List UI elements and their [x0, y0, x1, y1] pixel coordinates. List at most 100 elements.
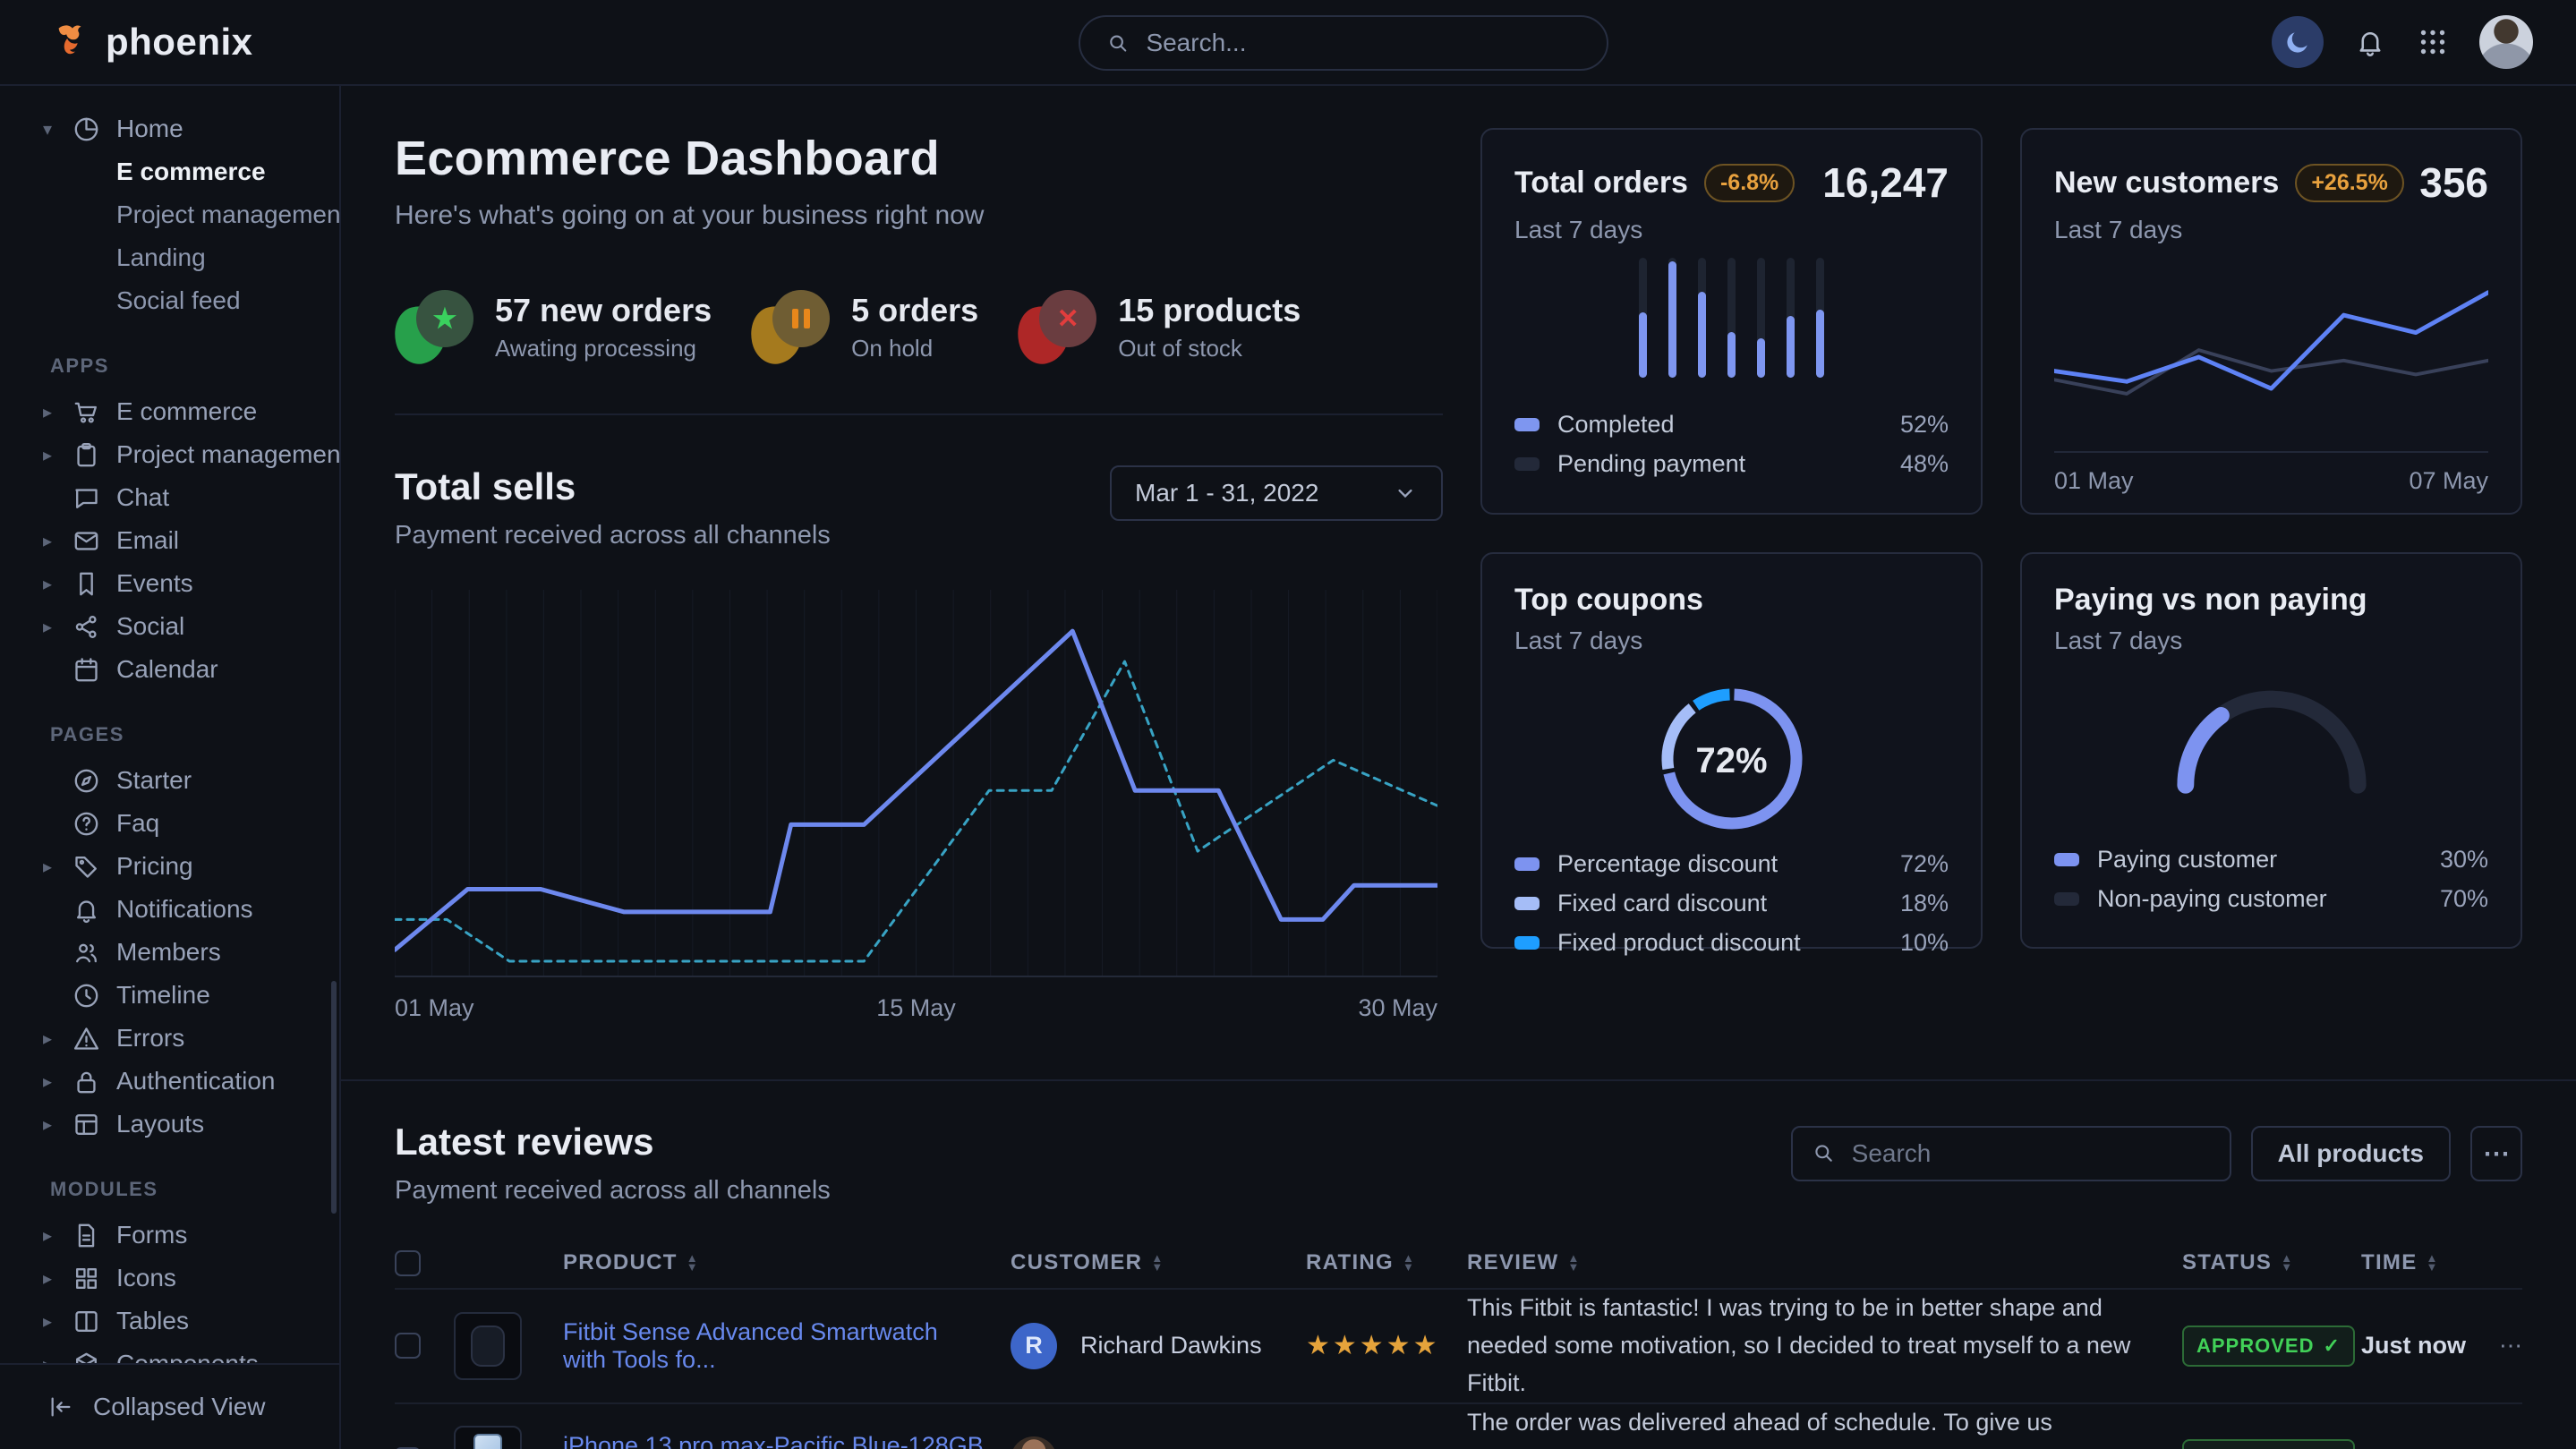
more-options-button[interactable]: ⋯ [2470, 1126, 2522, 1181]
column-header-status[interactable]: STATUS▲▼ [2182, 1250, 2361, 1275]
cube-icon [72, 1350, 116, 1364]
apps-menu-button[interactable] [2417, 26, 2449, 58]
row-checkbox[interactable] [395, 1333, 421, 1359]
donut-center-label: 72% [1651, 678, 1813, 844]
chart-axis-line [2054, 451, 2488, 453]
sidebar-item-tables[interactable]: ▸Tables [0, 1300, 339, 1342]
tag-icon [72, 852, 116, 882]
share-icon [72, 612, 116, 642]
sidebar-item-social[interactable]: ▸Social [0, 605, 339, 648]
sidebar-item-events[interactable]: ▸Events [0, 562, 339, 605]
clipboard-icon [72, 440, 116, 470]
stat-caption: On hold [851, 335, 978, 362]
sort-icon: ▲▼ [2427, 1254, 2439, 1272]
new-customers-card: New customers +26.5% 356 Last 7 days 01 … [2020, 128, 2522, 515]
status-badge: APPROVED✓ [2182, 1439, 2355, 1449]
column-header-review[interactable]: REVIEW▲▼ [1467, 1250, 2182, 1275]
sidebar-item-faq[interactable]: Faq [0, 802, 339, 845]
legend-row: Non-paying customer70% [2054, 879, 2488, 918]
sidebar-item-email[interactable]: ▸Email [0, 519, 339, 562]
sort-icon: ▲▼ [1567, 1254, 1580, 1272]
warning-triangle-icon [72, 1024, 116, 1053]
select-all-checkbox[interactable] [395, 1250, 421, 1276]
total-sells-chart: 01 May 15 May 30 May [395, 590, 1443, 1022]
legend-value: 72% [1900, 850, 1949, 878]
date-range-value: Mar 1 - 31, 2022 [1135, 479, 1318, 507]
sidebar-item-calendar[interactable]: Calendar [0, 648, 339, 691]
card-period: Last 7 days [2054, 626, 2488, 655]
caret-collapsed-icon: ▸ [43, 401, 72, 423]
all-products-button[interactable]: All products [2251, 1126, 2451, 1181]
sidebar-item-project-management[interactable]: ▸Project management [0, 433, 339, 476]
sidebar-item-members[interactable]: Members [0, 931, 339, 974]
main-content: Ecommerce Dashboard Here's what's going … [341, 86, 2576, 1449]
sidebar-scrollbar[interactable] [331, 981, 337, 1214]
stat-5-orders: 5 orders On hold [751, 290, 978, 363]
bar-fill [1727, 332, 1736, 378]
bar-fill [1757, 338, 1765, 378]
legend-swatch [1514, 897, 1540, 910]
caret-collapsed-icon: ▸ [43, 1353, 72, 1364]
legend-swatch [1514, 418, 1540, 431]
reviews-search-input[interactable] [1791, 1126, 2231, 1181]
legend-row: Percentage discount 72% [1514, 844, 1949, 883]
product-link[interactable]: iPhone 13 pro max-Pacific Blue-128GB sto… [563, 1432, 1011, 1449]
sidebar-item-layouts[interactable]: ▸Layouts [0, 1103, 339, 1146]
sidebar-item-e-commerce[interactable]: ▸E commerce [0, 390, 339, 433]
apps-grid-icon [2417, 26, 2449, 58]
global-search[interactable] [1079, 15, 1608, 71]
paying-gauge-chart [2169, 682, 2375, 799]
navbar-actions [2272, 15, 2533, 69]
bar-fill [1816, 310, 1824, 378]
sidebar-item-pricing[interactable]: ▸Pricing [0, 845, 339, 888]
reviews-search[interactable] [1791, 1126, 2231, 1181]
sidebar-item-errors[interactable]: ▸Errors [0, 1017, 339, 1060]
column-header-rating[interactable]: RATING▲▼ [1306, 1250, 1467, 1275]
column-header-time[interactable]: TIME▲▼ [2361, 1250, 2486, 1275]
user-avatar[interactable] [2479, 15, 2533, 69]
caret-collapsed-icon: ▸ [43, 530, 72, 552]
sidebar-item-components[interactable]: ▸Components [0, 1342, 339, 1363]
legend-label: Percentage discount [1557, 850, 1778, 878]
legend-value: 70% [2440, 885, 2488, 913]
sidebar-subitem-project-management[interactable]: Project management [0, 193, 339, 236]
product-link[interactable]: Fitbit Sense Advanced Smartwatch with To… [563, 1318, 1011, 1374]
sidebar-subitem-landing[interactable]: Landing [0, 236, 339, 279]
date-range-select[interactable]: Mar 1 - 31, 2022 [1110, 465, 1443, 521]
chevron-down-icon [1393, 481, 1418, 506]
sidebar-item-forms[interactable]: ▸Forms [0, 1214, 339, 1257]
reviews-table: PRODUCT▲▼ CUSTOMER▲▼ RATING▲▼ REVIEW▲▼ S… [395, 1238, 2522, 1449]
total-sells-title: Total sells [395, 465, 831, 508]
bar-track [1816, 258, 1824, 378]
caret-expanded-icon: ▾ [43, 118, 72, 141]
row-actions-button[interactable]: ⋯ [2486, 1332, 2522, 1360]
sort-icon: ▲▼ [2281, 1254, 2293, 1272]
global-search-input[interactable] [1146, 29, 1582, 57]
stat-value: 5 orders [851, 292, 978, 329]
sidebar-item-chat[interactable]: Chat [0, 476, 339, 519]
sidebar-subitem-e-commerce[interactable]: E commerce [0, 150, 339, 193]
sidebar-item-label: Notifications [116, 895, 253, 924]
sidebar-item-notifications[interactable]: Notifications [0, 888, 339, 931]
notifications-button[interactable] [2354, 26, 2386, 58]
theme-toggle-button[interactable] [2272, 16, 2324, 68]
sidebar-item-home[interactable]: ▾Home [0, 107, 339, 150]
sidebar-subitem-social-feed[interactable]: Social feed [0, 279, 339, 322]
lock-icon [72, 1067, 116, 1096]
column-header-customer[interactable]: CUSTOMER▲▼ [1011, 1250, 1306, 1275]
sidebar-item-label: Authentication [116, 1067, 275, 1095]
sidebar-item-label: Timeline [116, 981, 210, 1010]
cart-icon [72, 397, 116, 427]
caret-collapsed-icon: ▸ [43, 1027, 72, 1050]
sidebar-item-timeline[interactable]: Timeline [0, 974, 339, 1017]
column-header-product[interactable]: PRODUCT▲▼ [563, 1250, 1011, 1275]
rating-stars: ★★★☆☆ [1306, 1445, 1467, 1449]
total-orders-card: Total orders -6.8% 16,247 Last 7 days Co… [1480, 128, 1983, 515]
sidebar-item-icons[interactable]: ▸Icons [0, 1257, 339, 1300]
x-tick: 01 May [2054, 467, 2134, 495]
sidebar-item-authentication[interactable]: ▸Authentication [0, 1060, 339, 1103]
card-period: Last 7 days [1514, 626, 1949, 655]
sidebar-item-starter[interactable]: Starter [0, 759, 339, 802]
brand[interactable]: phoenix [50, 21, 253, 64]
collapse-view-button[interactable]: Collapsed View [0, 1363, 339, 1449]
